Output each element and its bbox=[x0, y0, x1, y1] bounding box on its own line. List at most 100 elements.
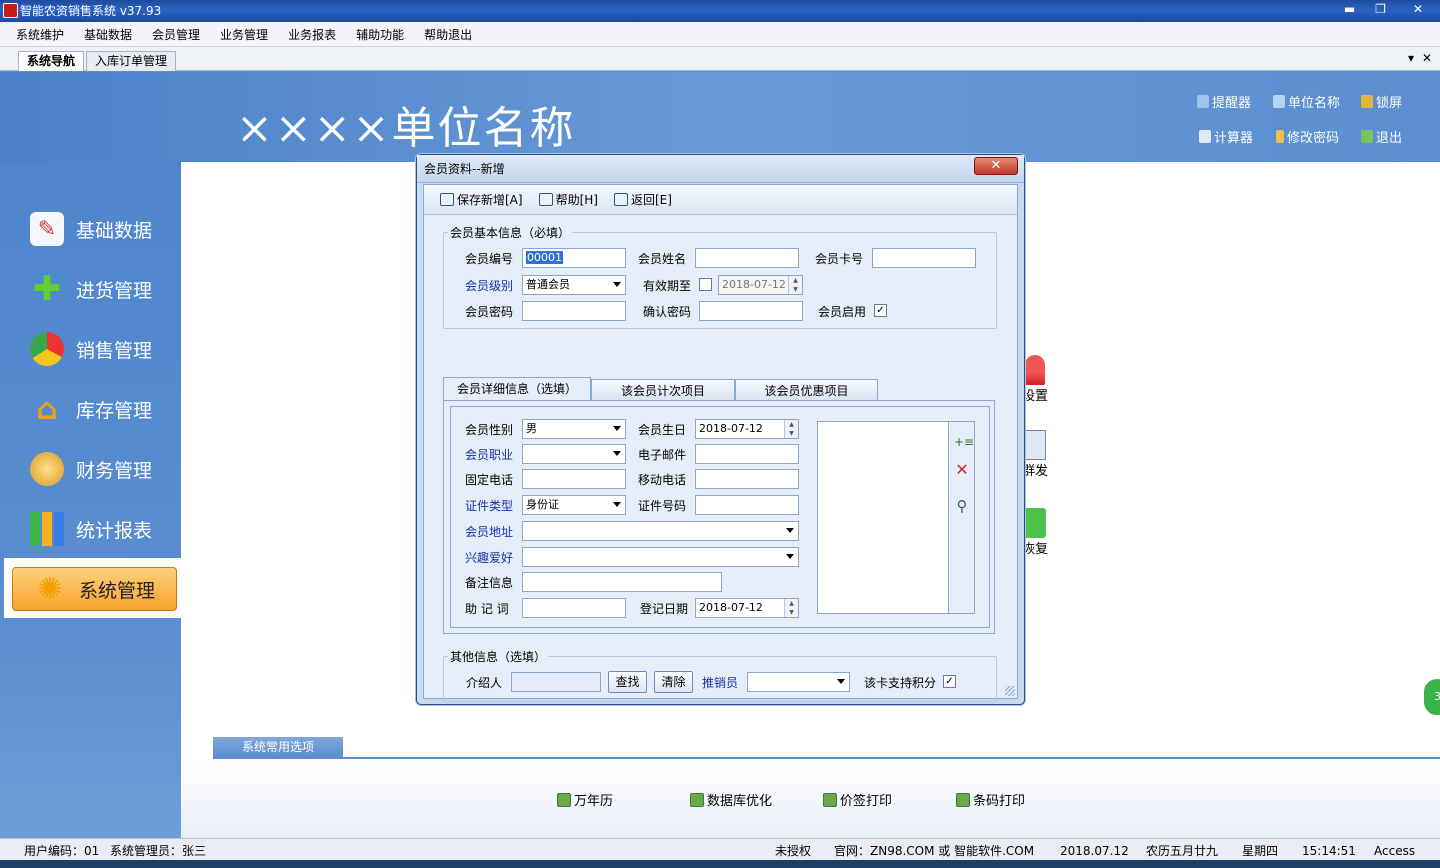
tab-close-icon[interactable]: ✕ bbox=[1422, 51, 1432, 65]
nav-system-management[interactable]: ✺ 系统管理 bbox=[12, 567, 177, 611]
minimize-icon[interactable]: ▬ bbox=[1334, 0, 1365, 19]
hobby-select[interactable] bbox=[522, 547, 799, 567]
tab-member-details[interactable]: 会员详细信息（选填） bbox=[443, 377, 591, 401]
change-password-button[interactable]: 修改密码 bbox=[1276, 127, 1339, 146]
register-date-input[interactable]: 2018-07-12 ▲ ▼ bbox=[695, 598, 799, 618]
expire-date-input[interactable]: 2018-07-12 ▲ ▼ bbox=[718, 275, 803, 295]
company-name-button[interactable]: 单位名称 bbox=[1273, 92, 1340, 111]
referrer-input[interactable] bbox=[511, 672, 601, 692]
lock-screen-button[interactable]: 锁屏 bbox=[1361, 92, 1402, 111]
add-item-icon[interactable]: +≡ bbox=[954, 434, 974, 450]
status-database: Access bbox=[1374, 844, 1416, 858]
menu-system-maintenance[interactable]: 系统维护 bbox=[6, 26, 74, 43]
member-no-input[interactable]: 00001 bbox=[522, 248, 626, 268]
database-icon bbox=[690, 792, 704, 807]
id-number-input[interactable] bbox=[695, 495, 799, 515]
nav-finance-management[interactable]: 财务管理 bbox=[10, 447, 178, 491]
restore-icon bbox=[1024, 508, 1046, 538]
email-input[interactable] bbox=[695, 444, 799, 464]
status-lunar: 农历五月廿九 bbox=[1146, 844, 1219, 858]
left-navigation-panel bbox=[0, 162, 181, 838]
id-type-select[interactable]: 身份证 bbox=[522, 495, 626, 515]
dialog-close-button[interactable]: ✕ bbox=[974, 157, 1018, 175]
member-level-label: 会员级别 bbox=[465, 279, 514, 293]
price-tag-print-button[interactable]: 价签打印 bbox=[823, 790, 892, 809]
hobby-label: 兴趣爱好 bbox=[465, 551, 514, 565]
dialog-toolbar: 保存新增[A] 帮助[H] 返回[E] bbox=[424, 185, 1017, 215]
db-optimize-button[interactable]: 数据库优化 bbox=[690, 790, 772, 809]
chevron-down-icon bbox=[613, 451, 621, 456]
points-checkbox[interactable]: ✓ bbox=[943, 675, 956, 688]
menu-business-reports[interactable]: 业务报表 bbox=[278, 26, 346, 43]
return-button[interactable]: 返回[E] bbox=[613, 191, 672, 208]
calendar-button[interactable]: 万年历 bbox=[557, 790, 613, 809]
maximize-icon[interactable]: ❐ bbox=[1365, 0, 1396, 19]
menu-help-exit[interactable]: 帮助退出 bbox=[414, 26, 482, 43]
exit-button[interactable]: 退出 bbox=[1361, 127, 1402, 146]
phone-input[interactable] bbox=[522, 469, 626, 489]
gear-small-icon bbox=[1273, 95, 1285, 108]
spinner-icon[interactable]: ▲ ▼ bbox=[784, 420, 798, 438]
dialog-body: 保存新增[A] 帮助[H] 返回[E] 会员基本信息（必填） 会员编号 0000… bbox=[423, 184, 1018, 702]
common-options-tab[interactable]: 系统常用选项 bbox=[213, 737, 343, 758]
resize-grip[interactable] bbox=[1005, 686, 1015, 696]
nav-purchase-management[interactable]: ✚ 进货管理 bbox=[10, 267, 178, 311]
pie-icon bbox=[30, 332, 64, 366]
chevron-down-icon bbox=[613, 502, 621, 507]
birthday-input[interactable]: 2018-07-12 ▲ ▼ bbox=[695, 419, 799, 439]
tab-dropdown-icon[interactable]: ▾ bbox=[1408, 51, 1414, 65]
nav-sales-management[interactable]: 销售管理 bbox=[10, 327, 178, 371]
member-card-input[interactable] bbox=[872, 248, 976, 268]
save-new-button[interactable]: 保存新增[A] bbox=[440, 191, 523, 208]
find-referrer-button[interactable]: 查找 bbox=[608, 671, 647, 693]
help-button[interactable]: 帮助[H] bbox=[538, 191, 598, 208]
calendar-icon bbox=[557, 792, 571, 807]
tab-inbound-orders[interactable]: 入库订单管理 bbox=[86, 51, 177, 71]
search-icon[interactable]: ⚲ bbox=[954, 498, 970, 514]
nav-statistics-reports[interactable]: 统计报表 bbox=[10, 507, 178, 551]
barcode-print-button[interactable]: 条码打印 bbox=[956, 790, 1025, 809]
tab-count-items[interactable]: 该会员计次项目 bbox=[591, 379, 735, 401]
calculator-button[interactable]: 计算器 bbox=[1199, 127, 1253, 146]
os-taskbar bbox=[0, 860, 1440, 868]
gender-select[interactable]: 男 bbox=[522, 419, 626, 439]
enabled-label: 会员启用 bbox=[818, 305, 867, 319]
password-input[interactable] bbox=[522, 301, 626, 321]
remark-label: 备注信息 bbox=[465, 576, 514, 590]
nav-basic-data[interactable]: ✎ 基础数据 bbox=[10, 207, 178, 251]
floating-badge[interactable]: 36 bbox=[1422, 677, 1440, 717]
promoter-label: 推销员 bbox=[702, 676, 739, 690]
tab-system-navigation[interactable]: 系统导航 bbox=[18, 51, 85, 71]
menu-basic-data[interactable]: 基础数据 bbox=[74, 26, 142, 43]
member-no-label: 会员编号 bbox=[465, 252, 514, 266]
spinner-icon[interactable]: ▲ ▼ bbox=[784, 599, 798, 617]
pencil-note-icon: ✎ bbox=[30, 212, 64, 246]
confirm-password-input[interactable] bbox=[699, 301, 803, 321]
banner bbox=[0, 72, 1440, 162]
member-photo-list[interactable] bbox=[817, 421, 949, 614]
job-select[interactable] bbox=[522, 444, 626, 464]
enabled-checkbox[interactable]: ✓ bbox=[874, 304, 887, 317]
delete-icon[interactable]: ✕ bbox=[954, 462, 970, 478]
mobile-input[interactable] bbox=[695, 469, 799, 489]
reminder-button[interactable]: 提醒器 bbox=[1197, 92, 1251, 111]
member-level-select[interactable]: 普通会员 bbox=[522, 275, 626, 295]
mnemonic-input[interactable] bbox=[522, 598, 626, 618]
promoter-select[interactable] bbox=[747, 672, 850, 692]
menu-member-management[interactable]: 会员管理 bbox=[142, 26, 210, 43]
tab-discount-items[interactable]: 该会员优惠项目 bbox=[735, 379, 878, 401]
menu-business-management[interactable]: 业务管理 bbox=[210, 26, 278, 43]
nav-inventory-management[interactable]: ⌂ 库存管理 bbox=[10, 387, 178, 431]
dialog-title: 会员资料--新增 ✕ bbox=[417, 155, 1024, 183]
address-select[interactable] bbox=[522, 521, 799, 541]
remark-input[interactable] bbox=[522, 572, 722, 592]
clear-referrer-button[interactable]: 清除 bbox=[654, 671, 693, 693]
gear-icon: ✺ bbox=[37, 571, 63, 607]
close-window-icon[interactable]: ✕ bbox=[1396, 0, 1440, 19]
status-bar: 用户编码：01 系统管理员：张三 未授权 官网：ZN98.COM 或 智能软件.… bbox=[0, 838, 1440, 860]
expire-checkbox[interactable] bbox=[699, 278, 712, 291]
member-name-input[interactable] bbox=[695, 248, 799, 268]
app-icon bbox=[3, 3, 18, 18]
menu-auxiliary[interactable]: 辅助功能 bbox=[346, 26, 414, 43]
spinner-icon[interactable]: ▲ ▼ bbox=[788, 276, 802, 294]
